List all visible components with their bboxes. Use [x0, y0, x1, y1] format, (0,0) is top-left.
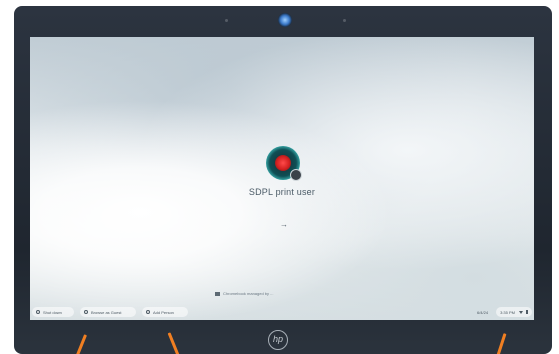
- login-shelf: Shut down Browse as Guest Add Person 6/4…: [30, 303, 534, 320]
- guest-icon: [84, 310, 88, 314]
- managed-device-note: Chromebook managed by ...: [215, 291, 375, 296]
- guest-label: Browse as Guest: [91, 309, 122, 315]
- bezel-sensor-right: [343, 19, 346, 22]
- shutdown-button[interactable]: Shut down: [32, 307, 74, 317]
- status-time: 3:35 PM: [500, 309, 515, 315]
- status-area[interactable]: 6/4/24 3:35 PM: [477, 307, 532, 317]
- battery-icon: [526, 310, 528, 314]
- add-person-icon: [146, 310, 150, 314]
- browse-as-guest-button[interactable]: Browse as Guest: [80, 307, 136, 317]
- add-person-label: Add Person: [153, 309, 174, 315]
- login-screen: SDPL print user → Chromebook managed by …: [30, 37, 534, 320]
- hp-logo: hp: [268, 330, 288, 350]
- avatar-badge-icon: [290, 169, 302, 181]
- power-icon: [36, 310, 40, 314]
- arrow-right-icon[interactable]: →: [277, 218, 291, 232]
- bezel-sensor-left: [225, 19, 228, 22]
- add-person-button[interactable]: Add Person: [142, 307, 188, 317]
- system-tray[interactable]: 3:35 PM: [496, 307, 532, 317]
- status-date: 6/4/24: [476, 309, 489, 315]
- webcam-icon: [278, 13, 292, 27]
- shutdown-label: Shut down: [43, 309, 62, 315]
- user-name[interactable]: SDPL print user: [182, 187, 382, 197]
- managed-device-text: Chromebook managed by ...: [223, 291, 274, 296]
- building-icon: [215, 291, 220, 296]
- user-avatar[interactable]: [266, 146, 302, 181]
- avatar-core: [275, 155, 291, 171]
- photo-frame: SDPL print user → Chromebook managed by …: [0, 0, 559, 354]
- wifi-icon: [519, 310, 523, 314]
